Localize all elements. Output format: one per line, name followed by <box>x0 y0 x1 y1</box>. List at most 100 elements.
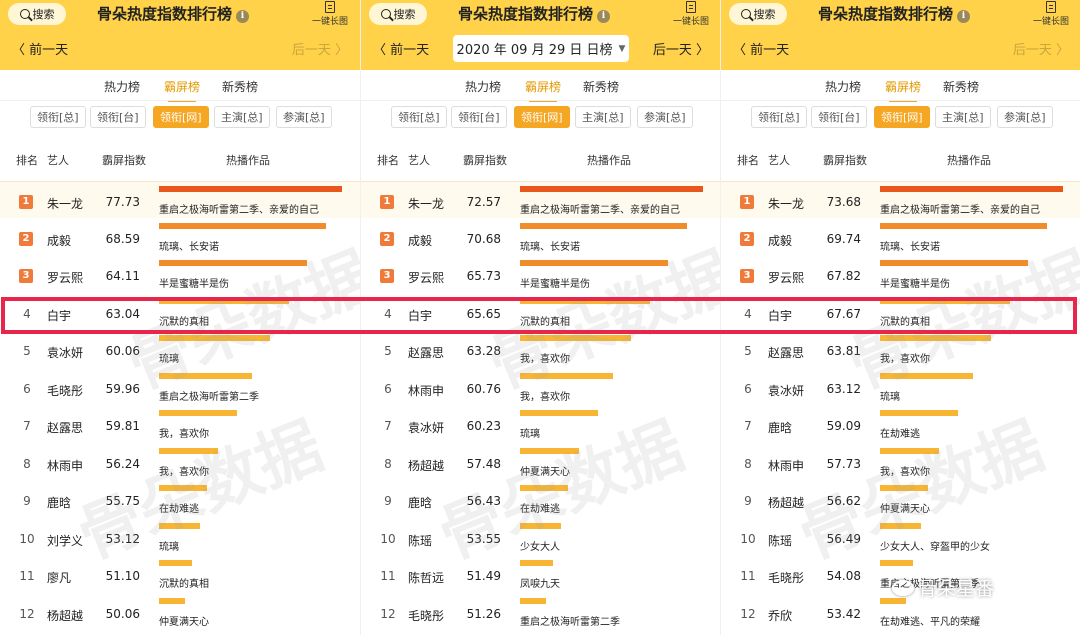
works-text[interactable]: 我，喜欢你 <box>880 350 930 365</box>
works-text[interactable]: 少女大人 <box>520 538 560 553</box>
artist-name[interactable]: 朱一龙 <box>408 195 444 212</box>
works-text[interactable]: 仲夏满天心 <box>159 613 209 628</box>
works-text[interactable]: 在劫难逃 <box>520 500 560 515</box>
artist-name[interactable]: 刘学义 <box>47 532 83 549</box>
info-icon[interactable]: i <box>597 10 611 23</box>
works-text[interactable]: 沉默的真相 <box>159 575 209 590</box>
table-row[interactable]: 8 杨超越 57.48 仲夏满天心 <box>361 444 720 481</box>
table-row[interactable]: 3 罗云熙 65.73 半是蜜糖半是伤 <box>361 256 720 293</box>
table-row[interactable]: 7 鹿晗 59.09 在劫难逃 <box>721 406 1080 443</box>
info-icon[interactable]: i <box>957 10 971 23</box>
artist-name[interactable]: 廖凡 <box>47 569 71 586</box>
works-text[interactable]: 重启之极海听雷第二季 <box>520 613 620 628</box>
works-text[interactable]: 少女大人、穿盔甲的少女 <box>880 538 990 553</box>
search-button[interactable]: 搜索 <box>369 3 427 25</box>
filter-chip[interactable]: 参演[总] <box>276 106 332 128</box>
works-text[interactable]: 仲夏满天心 <box>520 463 570 478</box>
table-row[interactable]: 8 林雨申 56.24 我，喜欢你 <box>0 444 360 481</box>
artist-name[interactable]: 成毅 <box>47 232 71 249</box>
artist-name[interactable]: 赵露思 <box>47 419 83 436</box>
artist-name[interactable]: 赵露思 <box>408 344 444 361</box>
artist-name[interactable]: 鹿晗 <box>768 419 792 436</box>
search-button[interactable]: 搜索 <box>8 3 66 25</box>
prev-day-button[interactable]: 〈 前一天 <box>733 39 789 58</box>
table-row[interactable]: 7 赵露思 59.81 我，喜欢你 <box>0 406 360 443</box>
filter-chip[interactable]: 领衔[总] <box>391 106 447 128</box>
works-text[interactable]: 我，喜欢你 <box>520 350 570 365</box>
filter-chip[interactable]: 参演[总] <box>637 106 693 128</box>
table-row[interactable]: 10 刘学义 53.12 琉璃 <box>0 519 360 556</box>
works-text[interactable]: 琉璃 <box>520 425 540 440</box>
tab-item[interactable]: 新秀榜 <box>583 78 619 95</box>
table-row[interactable]: 1 朱一龙 77.73 重启之极海听雷第二季、亲爱的自己 <box>0 181 360 218</box>
table-row[interactable]: 5 赵露思 63.28 我，喜欢你 <box>361 331 720 368</box>
artist-name[interactable]: 毛晓彤 <box>768 569 804 586</box>
prev-day-button[interactable]: 〈 前一天 <box>12 39 68 58</box>
artist-name[interactable]: 陈瑶 <box>768 532 792 549</box>
works-text[interactable]: 半是蜜糖半是伤 <box>520 275 590 290</box>
filter-chip[interactable]: 主演[总] <box>575 106 631 128</box>
works-text[interactable]: 我，喜欢你 <box>880 463 930 478</box>
tab-item[interactable]: 热力榜 <box>104 78 140 95</box>
works-text[interactable]: 琉璃、长安诺 <box>880 238 940 253</box>
artist-name[interactable]: 袁冰妍 <box>768 382 804 399</box>
works-text[interactable]: 凤唳九天 <box>520 575 560 590</box>
works-text[interactable]: 重启之极海听雷第二季、亲爱的自己 <box>520 201 680 216</box>
artist-name[interactable]: 林雨申 <box>768 457 804 474</box>
works-text[interactable]: 我，喜欢你 <box>159 463 209 478</box>
filter-chip[interactable]: 领衔[台] <box>451 106 507 128</box>
artist-name[interactable]: 罗云熙 <box>408 269 444 286</box>
works-text[interactable]: 琉璃 <box>159 538 179 553</box>
table-row[interactable]: 5 赵露思 63.81 我，喜欢你 <box>721 331 1080 368</box>
artist-name[interactable]: 杨超越 <box>47 607 83 624</box>
long-image-button[interactable]: 一键长图 <box>1031 0 1071 27</box>
table-row[interactable]: 12 毛晓彤 51.26 重启之极海听雷第二季 <box>361 594 720 631</box>
filter-chip[interactable]: 主演[总] <box>935 106 991 128</box>
table-row[interactable]: 2 成毅 69.74 琉璃、长安诺 <box>721 219 1080 256</box>
table-row[interactable]: 2 成毅 70.68 琉璃、长安诺 <box>361 219 720 256</box>
next-day-button[interactable]: 后一天 〉 <box>653 39 709 58</box>
info-icon[interactable]: i <box>236 10 250 23</box>
artist-name[interactable]: 陈瑶 <box>408 532 432 549</box>
tab-item[interactable]: 霸屏榜 <box>525 78 561 102</box>
filter-chip[interactable]: 领衔[总] <box>751 106 807 128</box>
filter-chip[interactable]: 领衔[台] <box>90 106 146 128</box>
artist-name[interactable]: 杨超越 <box>408 457 444 474</box>
works-text[interactable]: 半是蜜糖半是伤 <box>159 275 229 290</box>
artist-name[interactable]: 罗云熙 <box>47 269 83 286</box>
works-text[interactable]: 在劫难逃 <box>880 425 920 440</box>
filter-chip[interactable]: 主演[总] <box>214 106 270 128</box>
table-row[interactable]: 9 鹿晗 55.75 在劫难逃 <box>0 481 360 518</box>
artist-name[interactable]: 林雨申 <box>47 457 83 474</box>
table-row[interactable]: 3 罗云熙 64.11 半是蜜糖半是伤 <box>0 256 360 293</box>
table-row[interactable]: 1 朱一龙 73.68 重启之极海听雷第二季、亲爱的自己 <box>721 181 1080 218</box>
artist-name[interactable]: 朱一龙 <box>768 195 804 212</box>
table-row[interactable]: 6 毛晓彤 59.96 重启之极海听雷第二季 <box>0 369 360 406</box>
artist-name[interactable]: 毛晓彤 <box>47 382 83 399</box>
filter-chip[interactable]: 参演[总] <box>997 106 1053 128</box>
tab-item[interactable]: 霸屏榜 <box>885 78 921 102</box>
table-row[interactable]: 12 杨超越 50.06 仲夏满天心 <box>0 594 360 631</box>
table-row[interactable]: 10 陈瑶 56.49 少女大人、穿盔甲的少女 <box>721 519 1080 556</box>
works-text[interactable]: 重启之极海听雷第二季、亲爱的自己 <box>159 201 319 216</box>
table-row[interactable]: 7 袁冰妍 60.23 琉璃 <box>361 406 720 443</box>
artist-name[interactable]: 杨超越 <box>768 494 804 511</box>
works-text[interactable]: 在劫难逃 <box>159 500 199 515</box>
artist-name[interactable]: 鹿晗 <box>408 494 432 511</box>
tab-item[interactable]: 新秀榜 <box>222 78 258 95</box>
next-day-button[interactable]: 后一天 〉 <box>1013 39 1069 58</box>
tab-item[interactable]: 热力榜 <box>825 78 861 95</box>
table-row[interactable]: 1 朱一龙 72.57 重启之极海听雷第二季、亲爱的自己 <box>361 181 720 218</box>
table-row[interactable]: 9 鹿晗 56.43 在劫难逃 <box>361 481 720 518</box>
artist-name[interactable]: 陈哲远 <box>408 569 444 586</box>
artist-name[interactable]: 袁冰妍 <box>408 419 444 436</box>
table-row[interactable]: 6 袁冰妍 63.12 琉璃 <box>721 369 1080 406</box>
next-day-button[interactable]: 后一天 〉 <box>292 39 348 58</box>
artist-name[interactable]: 毛晓彤 <box>408 607 444 624</box>
works-text[interactable]: 半是蜜糖半是伤 <box>880 275 950 290</box>
date-picker[interactable]: 2020 年 09 月 29 日 日榜 ▼ <box>453 35 629 62</box>
works-text[interactable]: 琉璃、长安诺 <box>159 238 219 253</box>
works-text[interactable]: 重启之极海听雷第二季 <box>159 388 259 403</box>
table-row[interactable]: 3 罗云熙 67.82 半是蜜糖半是伤 <box>721 256 1080 293</box>
works-text[interactable]: 仲夏满天心 <box>880 500 930 515</box>
